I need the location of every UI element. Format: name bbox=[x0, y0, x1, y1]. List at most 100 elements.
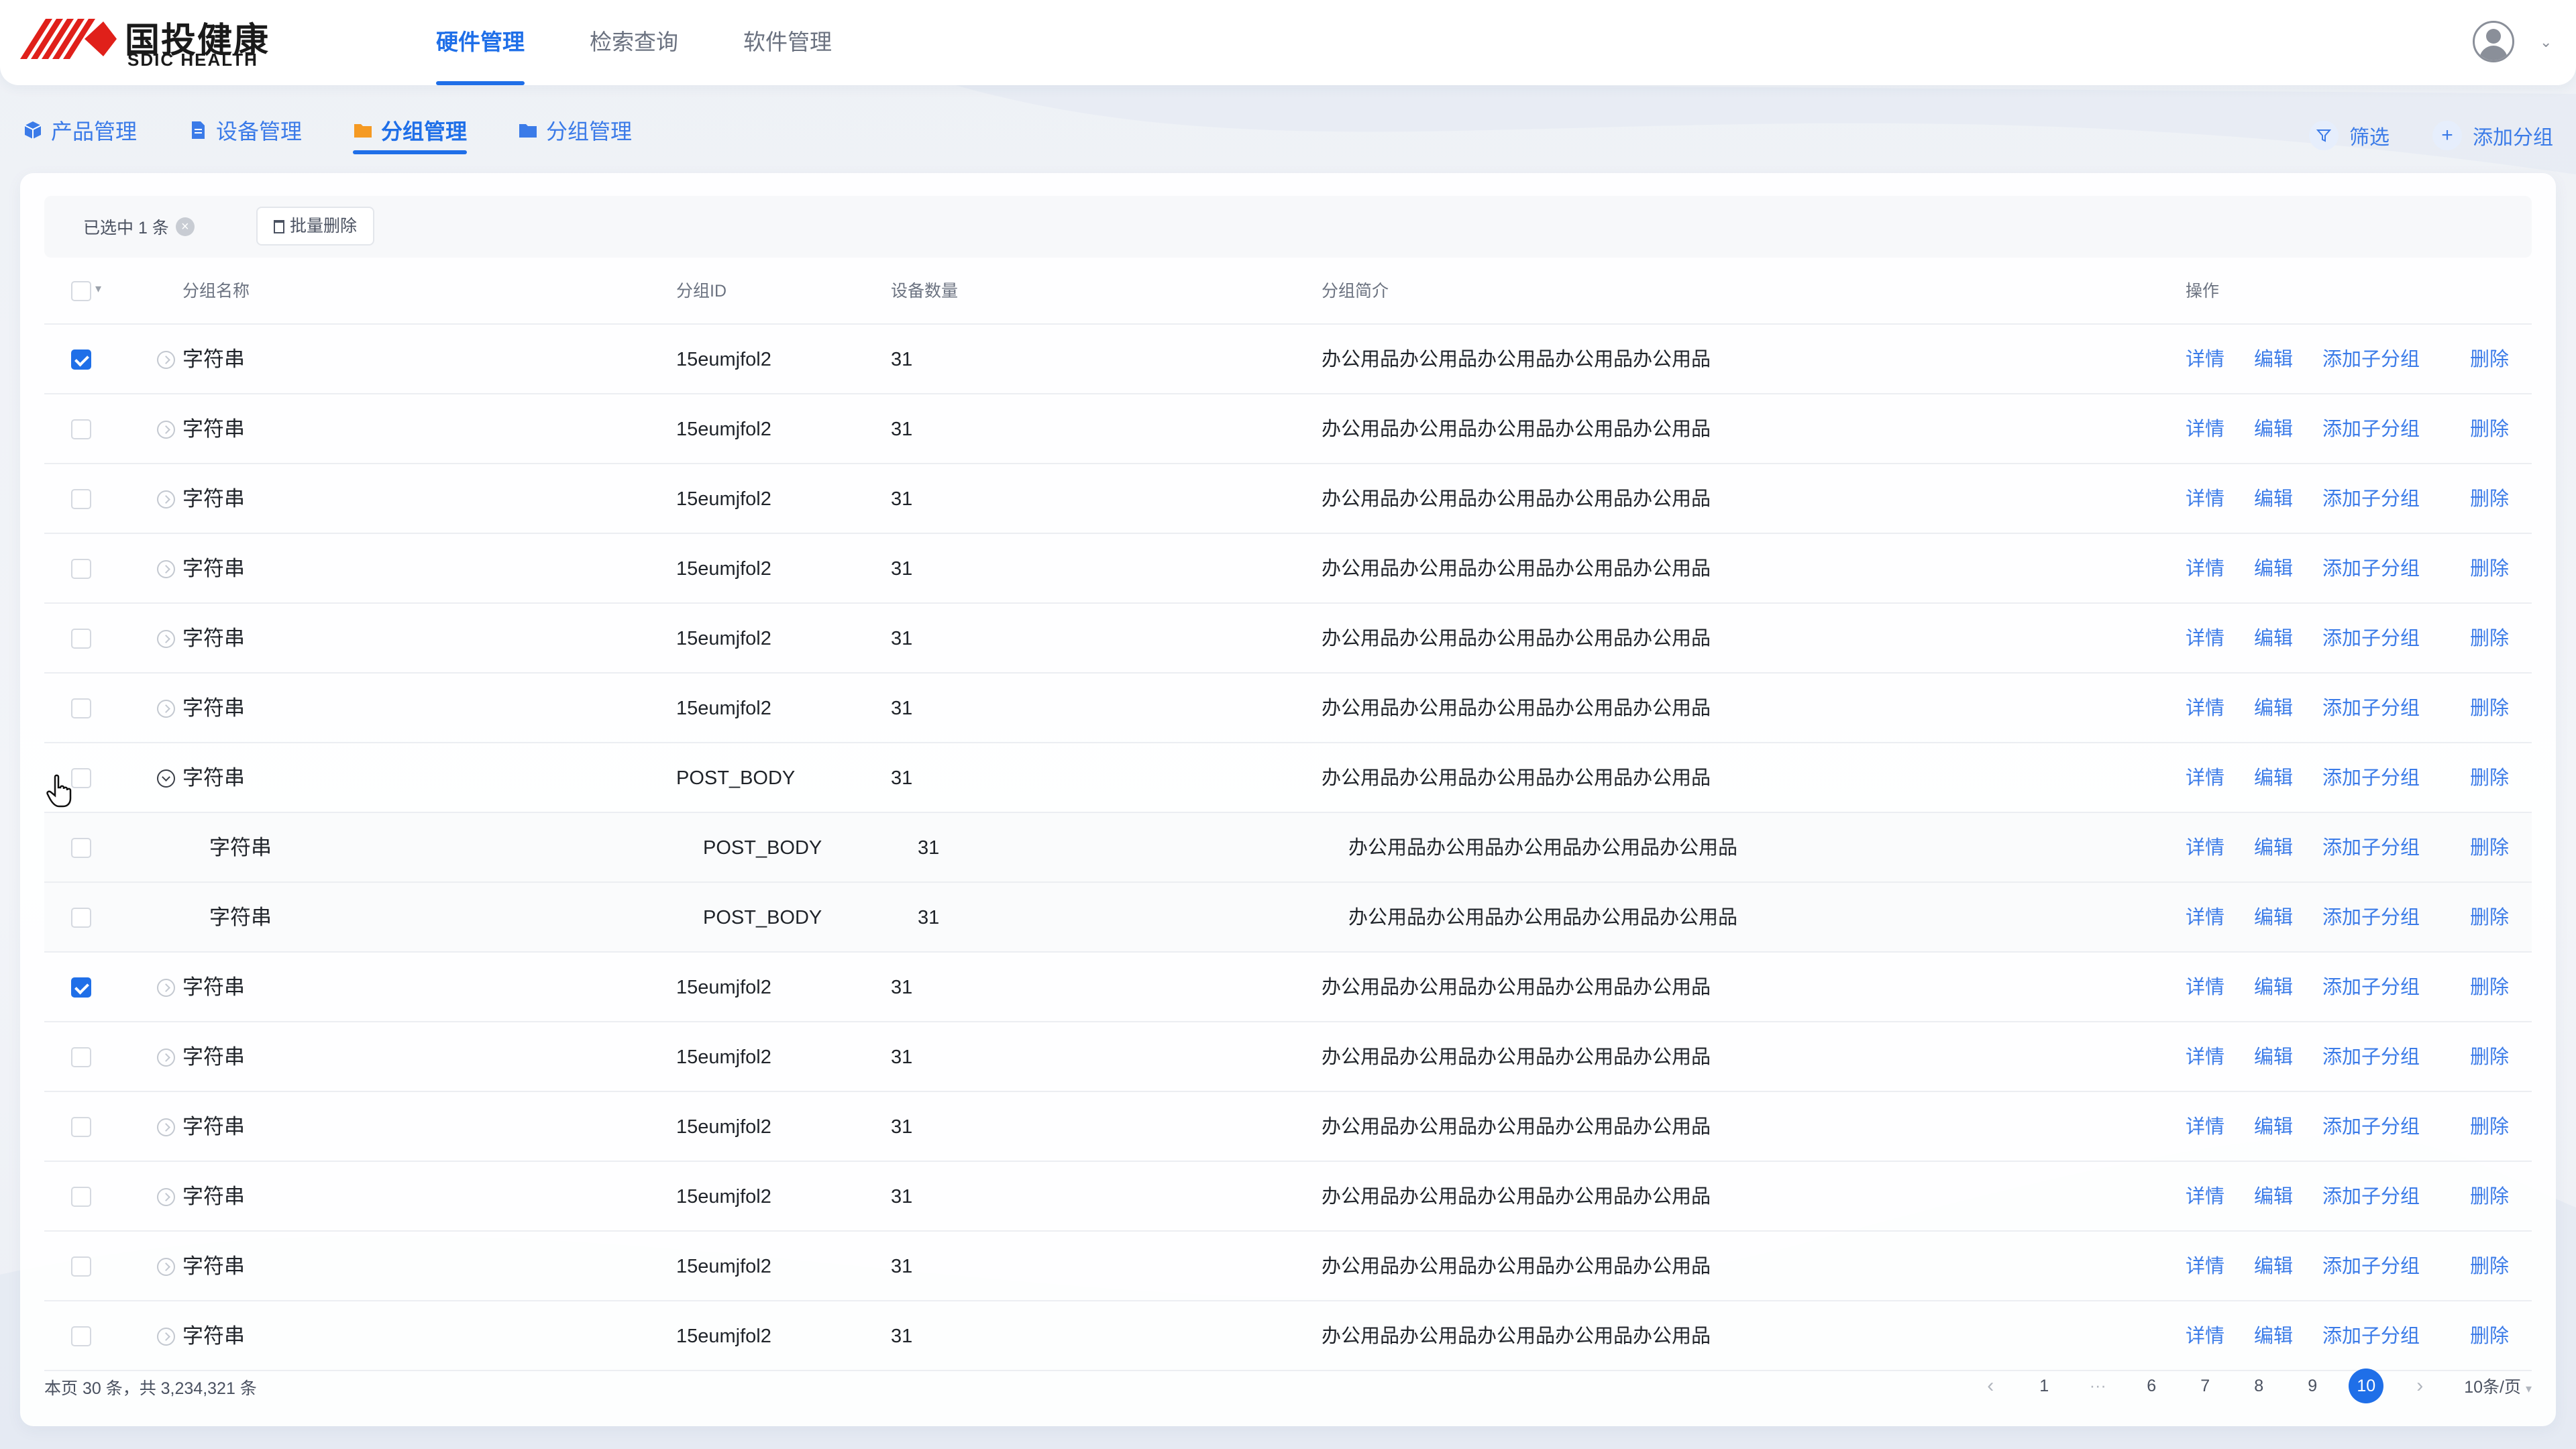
expand-icon[interactable] bbox=[157, 560, 175, 578]
tab-group[interactable]: 分组管理 bbox=[353, 109, 468, 154]
edit-link[interactable]: 编辑 bbox=[2254, 1022, 2293, 1092]
page-ellipsis[interactable]: ··· bbox=[2080, 1368, 2115, 1403]
add-child-group-link[interactable]: 添加子分组 bbox=[2322, 464, 2420, 534]
clear-selection-icon[interactable]: × bbox=[175, 217, 195, 236]
add-child-group-link[interactable]: 添加子分组 bbox=[2322, 1022, 2420, 1092]
prev-page-icon[interactable]: ‹ bbox=[1973, 1368, 2008, 1403]
tab-device[interactable]: 设备管理 bbox=[188, 109, 302, 152]
filter-button[interactable]: 筛选 bbox=[2309, 121, 2390, 150]
delete-link[interactable]: 删除 bbox=[2470, 953, 2509, 1022]
next-page-icon[interactable]: › bbox=[2402, 1368, 2437, 1403]
row-checkbox[interactable] bbox=[71, 419, 91, 439]
page-7[interactable]: 7 bbox=[2188, 1368, 2222, 1403]
expand-icon[interactable] bbox=[157, 1188, 175, 1206]
expand-icon[interactable] bbox=[157, 490, 175, 508]
expand-icon[interactable] bbox=[157, 351, 175, 369]
nav-software[interactable]: 软件管理 bbox=[743, 0, 832, 85]
edit-link[interactable]: 编辑 bbox=[2254, 883, 2293, 953]
delete-link[interactable]: 删除 bbox=[2470, 534, 2509, 604]
delete-link[interactable]: 删除 bbox=[2470, 1162, 2509, 1232]
edit-link[interactable]: 编辑 bbox=[2254, 953, 2293, 1022]
edit-link[interactable]: 编辑 bbox=[2254, 325, 2293, 394]
detail-link[interactable]: 详情 bbox=[2186, 1232, 2224, 1301]
row-checkbox[interactable] bbox=[71, 1256, 91, 1277]
row-checkbox[interactable] bbox=[71, 768, 91, 788]
page-9[interactable]: 9 bbox=[2295, 1368, 2330, 1403]
add-child-group-link[interactable]: 添加子分组 bbox=[2322, 394, 2420, 464]
delete-link[interactable]: 删除 bbox=[2470, 674, 2509, 743]
add-child-group-link[interactable]: 添加子分组 bbox=[2322, 1092, 2420, 1162]
edit-link[interactable]: 编辑 bbox=[2254, 1092, 2293, 1162]
row-checkbox[interactable] bbox=[71, 1047, 91, 1067]
delete-link[interactable]: 删除 bbox=[2470, 883, 2509, 953]
delete-link[interactable]: 删除 bbox=[2470, 394, 2509, 464]
expand-icon[interactable] bbox=[157, 979, 175, 997]
tab-product[interactable]: 产品管理 bbox=[23, 109, 137, 152]
detail-link[interactable]: 详情 bbox=[2186, 1162, 2224, 1232]
delete-link[interactable]: 删除 bbox=[2470, 1232, 2509, 1301]
row-checkbox[interactable] bbox=[71, 977, 91, 998]
row-checkbox[interactable] bbox=[71, 559, 91, 579]
bulk-delete-button[interactable]: 批量删除 bbox=[256, 207, 375, 246]
add-group-button[interactable]: + 添加分组 bbox=[2432, 121, 2553, 150]
row-checkbox[interactable] bbox=[71, 698, 91, 718]
add-child-group-link[interactable]: 添加子分组 bbox=[2322, 604, 2420, 674]
detail-link[interactable]: 详情 bbox=[2186, 674, 2224, 743]
expand-icon[interactable] bbox=[157, 1049, 175, 1067]
select-all-checkbox[interactable] bbox=[71, 281, 91, 301]
row-checkbox[interactable] bbox=[71, 838, 91, 858]
chevron-down-icon[interactable]: ⌄ bbox=[2540, 34, 2552, 51]
nav-hardware[interactable]: 硬件管理 bbox=[436, 0, 525, 85]
delete-link[interactable]: 删除 bbox=[2470, 1092, 2509, 1162]
brand-logo[interactable]: 国投健康 SDIC HEALTH bbox=[20, 12, 275, 70]
delete-link[interactable]: 删除 bbox=[2470, 743, 2509, 813]
edit-link[interactable]: 编辑 bbox=[2254, 604, 2293, 674]
delete-link[interactable]: 删除 bbox=[2470, 464, 2509, 534]
add-child-group-link[interactable]: 添加子分组 bbox=[2322, 325, 2420, 394]
expand-icon[interactable] bbox=[157, 700, 175, 718]
add-child-group-link[interactable]: 添加子分组 bbox=[2322, 674, 2420, 743]
add-child-group-link[interactable]: 添加子分组 bbox=[2322, 1162, 2420, 1232]
avatar[interactable] bbox=[2473, 21, 2514, 62]
add-child-group-link[interactable]: 添加子分组 bbox=[2322, 883, 2420, 953]
detail-link[interactable]: 详情 bbox=[2186, 883, 2224, 953]
detail-link[interactable]: 详情 bbox=[2186, 743, 2224, 813]
tab-group-2[interactable]: 分组管理 bbox=[518, 109, 632, 152]
detail-link[interactable]: 详情 bbox=[2186, 394, 2224, 464]
expand-icon[interactable] bbox=[157, 1258, 175, 1276]
row-checkbox[interactable] bbox=[71, 1187, 91, 1207]
detail-link[interactable]: 详情 bbox=[2186, 604, 2224, 674]
add-child-group-link[interactable]: 添加子分组 bbox=[2322, 813, 2420, 883]
nav-search[interactable]: 检索查询 bbox=[590, 0, 678, 85]
row-checkbox[interactable] bbox=[71, 908, 91, 928]
edit-link[interactable]: 编辑 bbox=[2254, 394, 2293, 464]
row-checkbox[interactable] bbox=[71, 489, 91, 509]
page-size-select[interactable]: 10条/页 ▾ bbox=[2464, 1374, 2532, 1398]
edit-link[interactable]: 编辑 bbox=[2254, 813, 2293, 883]
detail-link[interactable]: 详情 bbox=[2186, 1022, 2224, 1092]
chevron-down-icon[interactable]: ▾ bbox=[95, 282, 101, 296]
delete-link[interactable]: 删除 bbox=[2470, 325, 2509, 394]
page-10-current[interactable]: 10 bbox=[2349, 1368, 2384, 1403]
add-child-group-link[interactable]: 添加子分组 bbox=[2322, 534, 2420, 604]
add-child-group-link[interactable]: 添加子分组 bbox=[2322, 1232, 2420, 1301]
edit-link[interactable]: 编辑 bbox=[2254, 674, 2293, 743]
delete-link[interactable]: 删除 bbox=[2470, 813, 2509, 883]
delete-link[interactable]: 删除 bbox=[2470, 604, 2509, 674]
add-child-group-link[interactable]: 添加子分组 bbox=[2322, 953, 2420, 1022]
page-8[interactable]: 8 bbox=[2241, 1368, 2276, 1403]
detail-link[interactable]: 详情 bbox=[2186, 1092, 2224, 1162]
row-checkbox[interactable] bbox=[71, 1326, 91, 1346]
detail-link[interactable]: 详情 bbox=[2186, 813, 2224, 883]
detail-link[interactable]: 详情 bbox=[2186, 534, 2224, 604]
expand-icon[interactable] bbox=[157, 421, 175, 439]
detail-link[interactable]: 详情 bbox=[2186, 325, 2224, 394]
expand-icon[interactable] bbox=[157, 1328, 175, 1346]
row-checkbox[interactable] bbox=[71, 350, 91, 370]
row-checkbox[interactable] bbox=[71, 629, 91, 649]
expand-icon[interactable] bbox=[157, 630, 175, 648]
row-checkbox[interactable] bbox=[71, 1117, 91, 1137]
detail-link[interactable]: 详情 bbox=[2186, 953, 2224, 1022]
expand-icon[interactable] bbox=[157, 1118, 175, 1136]
edit-link[interactable]: 编辑 bbox=[2254, 464, 2293, 534]
